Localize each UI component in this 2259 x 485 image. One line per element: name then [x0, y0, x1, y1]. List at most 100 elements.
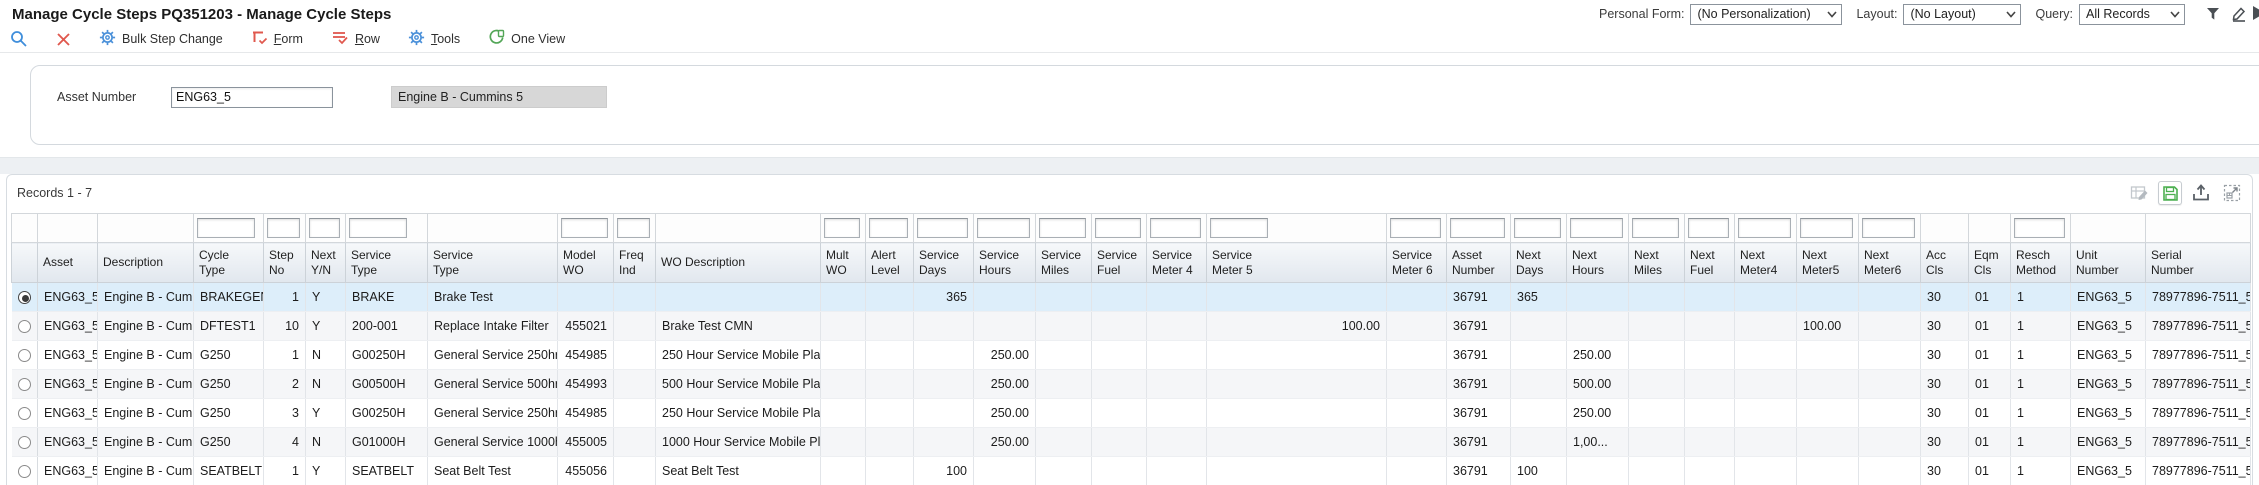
form-icon [251, 29, 268, 49]
filter-input-next_meter5[interactable] [1800, 218, 1853, 238]
bulk-step-change-button[interactable]: Bulk Step Change [99, 29, 223, 49]
cell-service_miles [1036, 428, 1092, 457]
column-header-service_days[interactable]: Service Days [914, 243, 974, 283]
row-select-radio[interactable] [18, 407, 31, 420]
column-header-next_miles[interactable]: Next Miles [1629, 243, 1685, 283]
column-header-model_wo[interactable]: Model WO [558, 243, 614, 283]
filter-input-service_meter5[interactable] [1210, 218, 1268, 238]
row-select-radio[interactable] [18, 378, 31, 391]
column-header-cycle_type[interactable]: Cycle Type [194, 243, 264, 283]
column-header-service_type_desc[interactable]: Service Type [428, 243, 558, 283]
column-header-next_days[interactable]: Next Days [1511, 243, 1567, 283]
one-view-menu-button[interactable]: One View [488, 29, 565, 49]
filter-input-service_days[interactable] [917, 218, 968, 238]
filter-input-model_wo[interactable] [561, 218, 608, 238]
customize-grid-icon[interactable] [2127, 181, 2151, 205]
detach-grid-icon[interactable] [2220, 181, 2244, 205]
row-select-radio[interactable] [18, 465, 31, 478]
find-button[interactable] [10, 30, 28, 48]
cell-resch_method: 1 [2011, 457, 2071, 485]
highlight-icon[interactable] [2229, 4, 2249, 24]
cell-mult_wo [821, 428, 866, 457]
save-grid-icon[interactable] [2158, 181, 2182, 205]
table-row[interactable]: ENG63_5Engine B - Cummins 5BRAKEGEN1YBRA… [12, 283, 2251, 312]
form-menu-button[interactable]: Form [251, 29, 303, 49]
filter-input-next_fuel[interactable] [1688, 218, 1729, 238]
cell-service_fuel [1092, 399, 1147, 428]
filter-input-next_meter4[interactable] [1738, 218, 1791, 238]
column-header-mult_wo[interactable]: Mult WO [821, 243, 866, 283]
cell-service_miles [1036, 457, 1092, 485]
filter-input-next_meter6[interactable] [1862, 218, 1915, 238]
column-header-alert_level[interactable]: Alert Level [866, 243, 914, 283]
layout-select[interactable]: (No Layout) [1903, 4, 2021, 25]
column-header-freq_ind[interactable]: Freq Ind [614, 243, 656, 283]
row-select-radio[interactable] [18, 349, 31, 362]
cell-cycle_type: G250 [194, 370, 264, 399]
column-header-next_fuel[interactable]: Next Fuel [1685, 243, 1735, 283]
column-header-select[interactable] [12, 243, 38, 283]
asset-number-input[interactable] [171, 87, 333, 108]
column-header-next_meter5[interactable]: Next Meter5 [1797, 243, 1859, 283]
filter-input-next_miles[interactable] [1632, 218, 1679, 238]
table-row[interactable]: ENG63_5Engine B - Cummins 5G2504NG01000H… [12, 428, 2251, 457]
filter-input-step_no[interactable] [267, 218, 300, 238]
column-header-service_meter5[interactable]: Service Meter 5 [1207, 243, 1387, 283]
column-header-resch_method[interactable]: Resch Method [2011, 243, 2071, 283]
filter-input-cycle_type[interactable] [197, 218, 255, 238]
filter-input-service_meter6[interactable] [1390, 218, 1441, 238]
close-button[interactable] [56, 32, 71, 47]
filter-input-mult_wo[interactable] [824, 218, 860, 238]
filter-input-next_hours[interactable] [1570, 218, 1623, 238]
query-select[interactable]: All Records [2079, 4, 2185, 25]
row-select-radio[interactable] [18, 291, 31, 304]
row-menu-button[interactable]: Row [331, 29, 380, 49]
column-header-asset[interactable]: Asset [38, 243, 98, 283]
column-header-service_type[interactable]: Service Type [346, 243, 428, 283]
column-header-asset_number[interactable]: Asset Number [1447, 243, 1511, 283]
column-header-serial_number[interactable]: Serial Number [2146, 243, 2251, 283]
column-header-wo_description[interactable]: WO Description [656, 243, 821, 283]
filter-input-service_fuel[interactable] [1095, 218, 1141, 238]
filter-input-service_hours[interactable] [977, 218, 1030, 238]
filter-input-service_miles[interactable] [1039, 218, 1086, 238]
filter-cell-service_meter5 [1207, 214, 1387, 243]
column-header-acc_cls[interactable]: Acc Cls [1921, 243, 1969, 283]
filter-cell-serial_number [2146, 214, 2251, 243]
column-header-service_miles[interactable]: Service Miles [1036, 243, 1092, 283]
table-row[interactable]: ENG63_5Engine B - Cummins 5SEATBELT1YSEA… [12, 457, 2251, 485]
filter-input-asset_number[interactable] [1450, 218, 1505, 238]
filter-icon[interactable] [2203, 4, 2223, 24]
filter-input-next_days[interactable] [1514, 218, 1561, 238]
column-header-unit_number[interactable]: Unit Number [2071, 243, 2146, 283]
column-header-service_hours[interactable]: Service Hours [974, 243, 1036, 283]
filter-input-alert_level[interactable] [869, 218, 908, 238]
filter-input-freq_ind[interactable] [617, 218, 650, 238]
column-header-step_no[interactable]: Step No [264, 243, 306, 283]
table-row[interactable]: ENG63_5Engine B - Cummins 5DFTEST110Y200… [12, 312, 2251, 341]
column-header-service_meter4[interactable]: Service Meter 4 [1147, 243, 1207, 283]
export-grid-icon[interactable] [2189, 181, 2213, 205]
column-header-next_hours[interactable]: Next Hours [1567, 243, 1629, 283]
side-panel-arrow-icon[interactable] [2252, 5, 2259, 26]
row-select-radio[interactable] [18, 320, 31, 333]
column-header-service_fuel[interactable]: Service Fuel [1092, 243, 1147, 283]
column-header-next_meter4[interactable]: Next Meter4 [1735, 243, 1797, 283]
table-row[interactable]: ENG63_5Engine B - Cummins 5G2503YG00250H… [12, 399, 2251, 428]
table-row[interactable]: ENG63_5Engine B - Cummins 5G2501NG00250H… [12, 341, 2251, 370]
column-header-next_yn[interactable]: Next Y/N [306, 243, 346, 283]
table-row[interactable]: ENG63_5Engine B - Cummins 5G2502NG00500H… [12, 370, 2251, 399]
column-header-next_meter6[interactable]: Next Meter6 [1859, 243, 1921, 283]
filter-input-resch_method[interactable] [2014, 218, 2065, 238]
row-select-radio[interactable] [18, 436, 31, 449]
personal-form-select[interactable]: (No Personalization) [1690, 4, 1842, 25]
filter-input-next_yn[interactable] [309, 218, 340, 238]
filter-input-service_type[interactable] [349, 218, 407, 238]
column-header-eqm_cls[interactable]: Eqm Cls [1969, 243, 2011, 283]
tools-menu-button[interactable]: Tools [408, 29, 460, 49]
cell-wo_description: Brake Test CMN [656, 312, 821, 341]
column-header-description[interactable]: Description [98, 243, 194, 283]
column-header-service_meter6[interactable]: Service Meter 6 [1387, 243, 1447, 283]
cell-mult_wo [821, 399, 866, 428]
filter-input-service_meter4[interactable] [1150, 218, 1201, 238]
